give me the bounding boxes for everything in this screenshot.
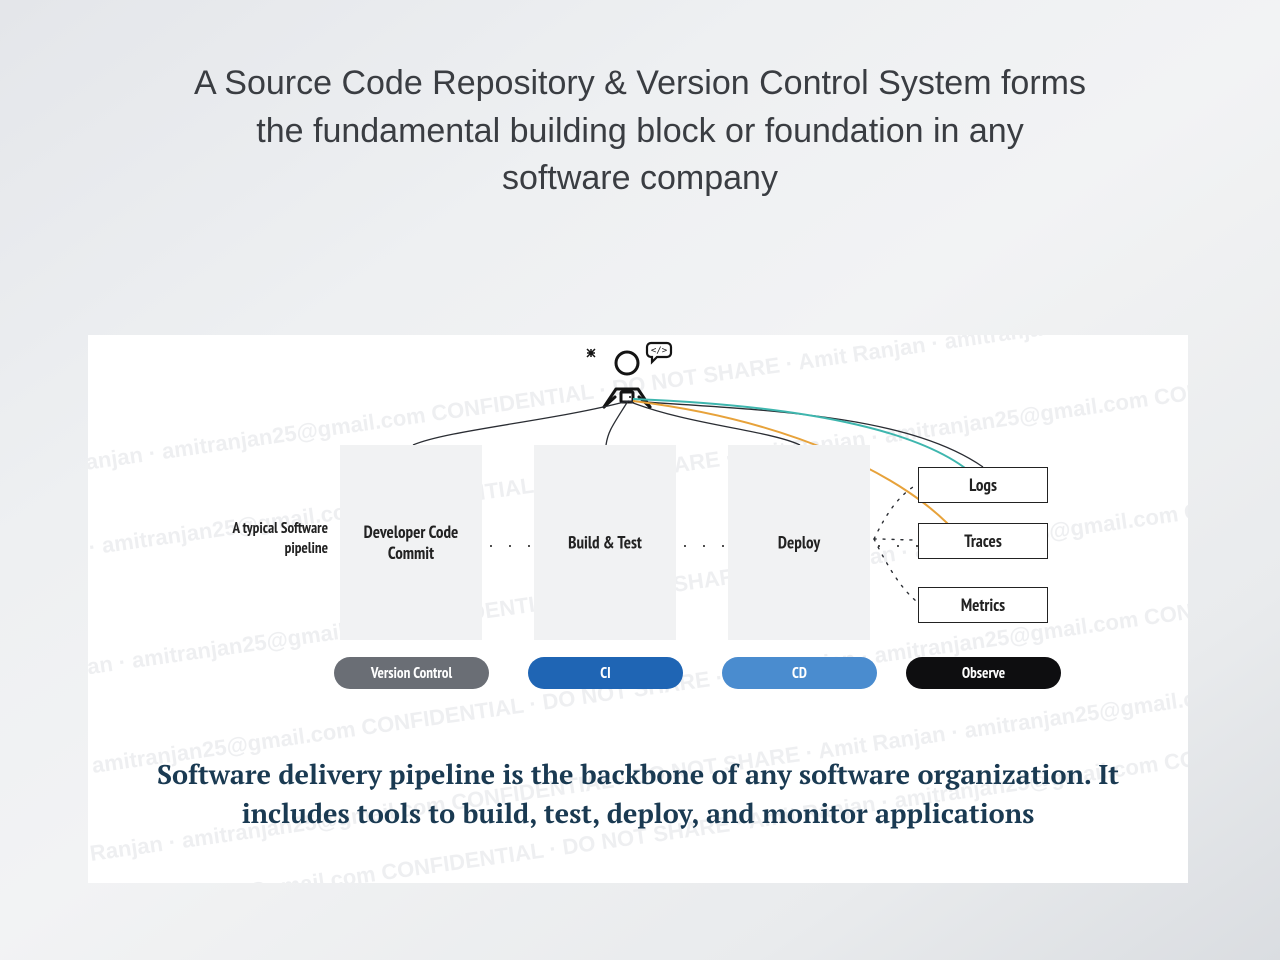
stage-label: Build & Test bbox=[534, 532, 676, 553]
stage-deploy: Deploy bbox=[728, 445, 870, 640]
stage-build-test: Build & Test bbox=[534, 445, 676, 640]
observe-traces-box: Traces bbox=[918, 523, 1048, 559]
category-version-control: Version Control bbox=[334, 657, 489, 689]
category-observe: Observe bbox=[906, 657, 1061, 689]
category-ci: CI bbox=[528, 657, 683, 689]
stage-separator: · · · bbox=[488, 535, 536, 556]
stage-label: Developer Code Commit bbox=[340, 521, 482, 564]
stage-developer-commit: Developer Code Commit bbox=[340, 445, 482, 640]
category-cd: CD bbox=[722, 657, 877, 689]
diagram-caption: Software delivery pipeline is the backbo… bbox=[88, 755, 1188, 833]
developer-icon: </> bbox=[583, 341, 673, 413]
observe-logs-box: Logs bbox=[918, 467, 1048, 503]
observe-metrics-box: Metrics bbox=[918, 587, 1048, 623]
diagram-panel: Amit Ranjan · amitranjan25@gmail.com CON… bbox=[88, 335, 1188, 883]
stage-separator: · · · bbox=[682, 535, 730, 556]
stage-label: Deploy bbox=[728, 532, 870, 553]
svg-text:</>: </> bbox=[651, 346, 668, 356]
pipeline-caption: A typical Software pipeline bbox=[208, 519, 328, 558]
slide-headline: A Source Code Repository & Version Contr… bbox=[190, 60, 1090, 203]
